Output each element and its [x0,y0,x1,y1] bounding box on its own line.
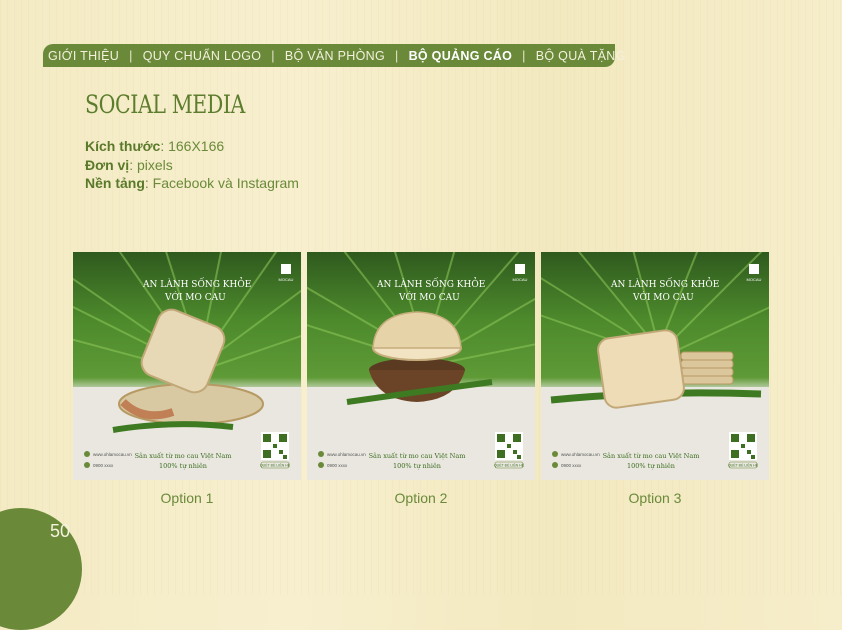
nav-separator: | [271,48,275,63]
plate-square [597,329,685,409]
brand-logo-text: MOCAU [747,277,762,282]
card-artwork: AN LÀNH SỐNG KHỎE VỚI MO CAU MOCAU Sản x… [541,252,769,480]
nav-item-bo-van-phong[interactable]: BỘ VĂN PHÒNG [285,49,385,63]
qr-caption: QUÉT ĐỂ LIÊN HỆ [728,463,759,468]
social-card-option-1[interactable]: AN LÀNH SỐNG KHỎE VỚI MO CAU MOCAU Sản x… [73,252,301,480]
spec-size-value: : 166X166 [160,138,225,154]
specs-block: Kích thước: 166X166 Đơn vị: pixels Nền t… [85,137,299,193]
card-website: www.ohlamocau.vn [561,452,600,457]
spec-unit: Đơn vị: pixels [85,156,299,175]
qr-caption: QUÉT ĐỂ LIÊN HỆ [260,463,291,468]
card-headline-2: VỚI MO CAU [632,291,694,303]
card-phone: 0900 xxxx [327,463,348,468]
option-caption-1: Option 1 [160,490,214,506]
qr-code [495,432,523,460]
nav-item-quy-chuan-logo[interactable]: QUY CHUẨN LOGO [143,49,262,63]
card-tagline-1: Sản xuất từ mo cau Việt Nam [369,451,466,460]
brand-logo-mark [281,264,291,274]
nav-separator: | [129,48,133,63]
nav-separator: | [522,48,526,63]
social-card-option-3[interactable]: AN LÀNH SỐNG KHỎE VỚI MO CAU MOCAU Sản x… [541,252,769,480]
social-card-option-2[interactable]: AN LÀNH SỐNG KHỎE VỚI MO CAU MOCAU Sản x… [307,252,535,480]
nav-item-bo-quang-cao[interactable]: BỘ QUẢNG CÁO [409,49,513,63]
card-website: www.ohlamocau.vn [93,452,132,457]
card-tagline-1: Sản xuất từ mo cau Việt Nam [135,451,232,460]
brand-logo-text: MOCAU [513,277,528,282]
spec-unit-label: Đơn vị [85,156,130,173]
option-caption-3: Option 3 [628,490,682,506]
card-tagline-1: Sản xuất từ mo cau Việt Nam [603,451,700,460]
nav-item-bo-qua-tang[interactable]: BỘ QUÀ TẶNG [536,49,626,63]
page-number: 50 [50,521,71,541]
qr-code [261,432,289,460]
nav-separator: | [395,48,399,63]
section-nav: GIỚI THIỆU | QUY CHUẨN LOGO | BỘ VĂN PHÒ… [43,44,625,67]
brand-logo-mark [515,264,525,274]
spec-unit-value: : pixels [129,156,173,173]
plate-stack [680,351,734,385]
spec-size: Kích thước: 166X166 [85,137,299,156]
card-tagline-2: 100% tự nhiên [393,462,441,470]
card-website: www.ohlamocau.vn [327,452,366,457]
card-headline-1: AN LÀNH SỐNG KHỎE [610,277,719,290]
plate-square [140,308,226,394]
qr-caption: QUÉT ĐỂ LIÊN HỆ [494,463,525,468]
qr-code [729,432,757,460]
card-phone: 0900 xxxx [561,463,582,468]
spec-platform-label: Nền tảng [85,175,145,191]
card-headline-1: AN LÀNH SỐNG KHỎE [376,277,485,290]
card-phone: 0900 xxxx [93,463,114,468]
brand-logo-mark [749,264,759,274]
nav-item-gioi-thieu[interactable]: GIỚI THIỆU [48,49,119,63]
spec-platform: Nền tảng: Facebook và Instagram [85,174,299,193]
card-headline-2: VỚI MO CAU [398,291,460,303]
spec-size-label: Kích thước [85,138,161,154]
option-caption-2: Option 2 [394,490,448,506]
card-artwork: AN LÀNH SỐNG KHỎE VỚI MO CAU MOCAU Sản x… [73,252,301,480]
card-tagline-2: 100% tự nhiên [159,462,207,470]
card-headline-1: AN LÀNH SỐNG KHỎE [142,277,251,290]
spec-platform-value: : Facebook và Instagram [144,175,299,191]
card-artwork: AN LÀNH SỐNG KHỎE VỚI MO CAU MOCAU Sản x… [307,252,535,480]
card-tagline-2: 100% tự nhiên [627,462,675,470]
card-headline-2: VỚI MO CAU [164,291,226,303]
brand-logo-text: MOCAU [279,277,294,282]
page-title: SOCIAL MEDIA [85,90,245,119]
